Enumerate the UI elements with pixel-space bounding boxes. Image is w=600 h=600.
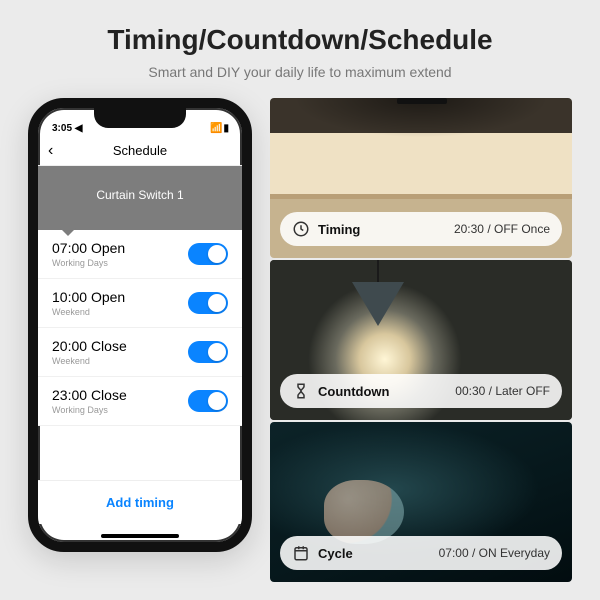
schedule-action: Open (91, 289, 125, 305)
schedule-action: Close (91, 387, 127, 403)
feature-pill: Cycle 07:00 / ON Everyday (280, 536, 562, 570)
schedule-action: Close (91, 338, 127, 354)
add-timing-button[interactable]: Add timing (38, 480, 242, 524)
nav-bar: ‹ Schedule (38, 136, 242, 166)
schedule-time: 07:00 (52, 240, 87, 256)
feature-value: 07:00 / ON Everyday (439, 546, 550, 560)
schedule-toggle[interactable] (188, 390, 228, 412)
home-indicator (101, 534, 179, 538)
status-time: 3:05 ◀ (52, 123, 82, 134)
status-indicators: 📶 ▮ (210, 123, 228, 134)
feature-value: 00:30 / Later OFF (455, 384, 550, 398)
feature-pill: Countdown 00:30 / Later OFF (280, 374, 562, 408)
page-title: Timing/Countdown/Schedule (0, 24, 600, 56)
schedule-repeat: Working Days (52, 258, 125, 268)
nav-title: Schedule (113, 143, 167, 158)
feature-label: Countdown (318, 384, 389, 399)
schedule-toggle[interactable] (188, 243, 228, 265)
back-button[interactable]: ‹ (48, 142, 53, 160)
schedule-row[interactable]: 07:00 Open Working Days (38, 230, 242, 279)
page-subtitle: Smart and DIY your daily life to maximum… (0, 64, 600, 80)
feature-label: Cycle (318, 546, 353, 561)
feature-value: 20:30 / OFF Once (454, 222, 550, 236)
schedule-toggle[interactable] (188, 292, 228, 314)
feature-pill: Timing 20:30 / OFF Once (280, 212, 562, 246)
schedule-row[interactable]: 10:00 Open Weekend (38, 279, 242, 328)
device-name: Curtain Switch 1 (96, 188, 183, 202)
schedule-action: Open (91, 240, 125, 256)
phone-notch (94, 106, 186, 128)
schedule-time: 23:00 (52, 387, 87, 403)
schedule-list: 07:00 Open Working Days 10:00 Open Weeke… (38, 230, 242, 426)
hourglass-icon (292, 382, 310, 400)
feature-panel-countdown: Countdown 00:30 / Later OFF (270, 260, 572, 420)
feature-label: Timing (318, 222, 360, 237)
schedule-row[interactable]: 20:00 Close Weekend (38, 328, 242, 377)
schedule-time: 10:00 (52, 289, 87, 305)
clock-icon (292, 220, 310, 238)
schedule-time: 20:00 (52, 338, 87, 354)
schedule-repeat: Working Days (52, 405, 127, 415)
schedule-toggle[interactable] (188, 341, 228, 363)
schedule-row[interactable]: 23:00 Close Working Days (38, 377, 242, 426)
schedule-repeat: Weekend (52, 356, 127, 366)
schedule-repeat: Weekend (52, 307, 125, 317)
calendar-icon (292, 544, 310, 562)
feature-panel-cycle: Cycle 07:00 / ON Everyday (270, 422, 572, 582)
device-banner[interactable]: Curtain Switch 1 (38, 166, 242, 230)
phone-mockup: 3:05 ◀ 📶 ▮ ‹ Schedule Curtain Switch 1 0… (28, 98, 252, 552)
feature-panel-timing: Timing 20:30 / OFF Once (270, 98, 572, 258)
